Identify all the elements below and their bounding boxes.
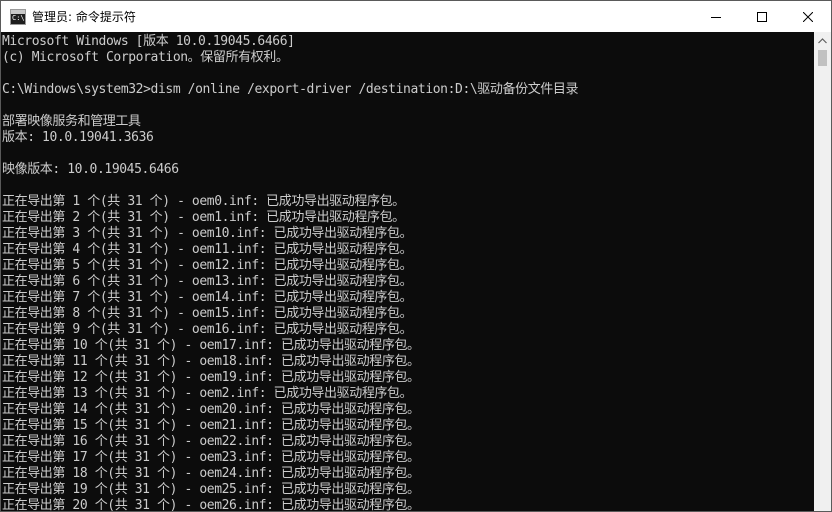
console-line: 正在导出第 20 个(共 31 个) - oem26.inf: 已成功导出驱动程… (2, 498, 420, 512)
console-line: 正在导出第 17 个(共 31 个) - oem23.inf: 已成功导出驱动程… (2, 450, 420, 465)
console-line: 正在导出第 11 个(共 31 个) - oem18.inf: 已成功导出驱动程… (2, 354, 420, 369)
console-line: 部署映像服务和管理工具 (2, 114, 141, 129)
close-button[interactable] (785, 1, 831, 32)
console-line: 正在导出第 3 个(共 31 个) - oem10.inf: 已成功导出驱动程序… (2, 226, 413, 241)
command-prompt-window: C:\ 管理员: 命令提示符 Microsoft Windows [版本 10.… (0, 0, 832, 512)
window-controls (693, 1, 831, 32)
console-line: 正在导出第 7 个(共 31 个) - oem14.inf: 已成功导出驱动程序… (2, 290, 413, 305)
console-line: 正在导出第 18 个(共 31 个) - oem24.inf: 已成功导出驱动程… (2, 466, 420, 481)
vertical-scrollbar[interactable] (814, 32, 831, 511)
scroll-up-button[interactable] (814, 32, 831, 49)
app-icon-text: C:\ (12, 13, 25, 22)
console-line: 正在导出第 12 个(共 31 个) - oem19.inf: 已成功导出驱动程… (2, 370, 420, 385)
scroll-up-arrow-icon (818, 37, 827, 43)
close-icon (803, 11, 813, 22)
console-line: 正在导出第 9 个(共 31 个) - oem16.inf: 已成功导出驱动程序… (2, 322, 413, 337)
console-line: 映像版本: 10.0.19045.6466 (2, 162, 179, 177)
console-line: Microsoft Windows [版本 10.0.19045.6466] (2, 34, 295, 49)
window-title: 管理员: 命令提示符 (32, 10, 136, 24)
console-line: 正在导出第 15 个(共 31 个) - oem21.inf: 已成功导出驱动程… (2, 418, 420, 433)
minimize-button[interactable] (693, 1, 739, 32)
console-line: 版本: 10.0.19041.3636 (2, 130, 154, 145)
console-line: 正在导出第 19 个(共 31 个) - oem25.inf: 已成功导出驱动程… (2, 482, 420, 497)
console-line: 正在导出第 8 个(共 31 个) - oem15.inf: 已成功导出驱动程序… (2, 306, 413, 321)
console-line: 正在导出第 4 个(共 31 个) - oem11.inf: 已成功导出驱动程序… (2, 242, 413, 257)
console-line: 正在导出第 1 个(共 31 个) - oem0.inf: 已成功导出驱动程序包… (2, 194, 405, 209)
title-bar[interactable]: C:\ 管理员: 命令提示符 (1, 1, 831, 32)
console-line: 正在导出第 5 个(共 31 个) - oem12.inf: 已成功导出驱动程序… (2, 258, 413, 273)
console-line: 正在导出第 6 个(共 31 个) - oem13.inf: 已成功导出驱动程序… (2, 274, 413, 289)
maximize-icon (757, 11, 767, 22)
console-line: 正在导出第 13 个(共 31 个) - oem2.inf: 已成功导出驱动程序… (2, 386, 413, 401)
console-line: 正在导出第 14 个(共 31 个) - oem20.inf: 已成功导出驱动程… (2, 402, 420, 417)
console-line: (c) Microsoft Corporation。保留所有权利。 (2, 50, 289, 65)
cmd-app-icon[interactable]: C:\ (10, 8, 26, 25)
console-line: C:\Windows\system32>dism /online /export… (2, 82, 579, 97)
maximize-button[interactable] (739, 1, 785, 32)
console-output[interactable]: Microsoft Windows [版本 10.0.19045.6466] (c… (1, 32, 814, 512)
console-line: 正在导出第 16 个(共 31 个) - oem22.inf: 已成功导出驱动程… (2, 434, 420, 449)
console-line: 正在导出第 2 个(共 31 个) - oem1.inf: 已成功导出驱动程序包… (2, 210, 405, 225)
minimize-icon (711, 16, 721, 18)
console-line: 正在导出第 10 个(共 31 个) - oem17.inf: 已成功导出驱动程… (2, 338, 420, 353)
scrollbar-thumb[interactable] (818, 50, 827, 66)
